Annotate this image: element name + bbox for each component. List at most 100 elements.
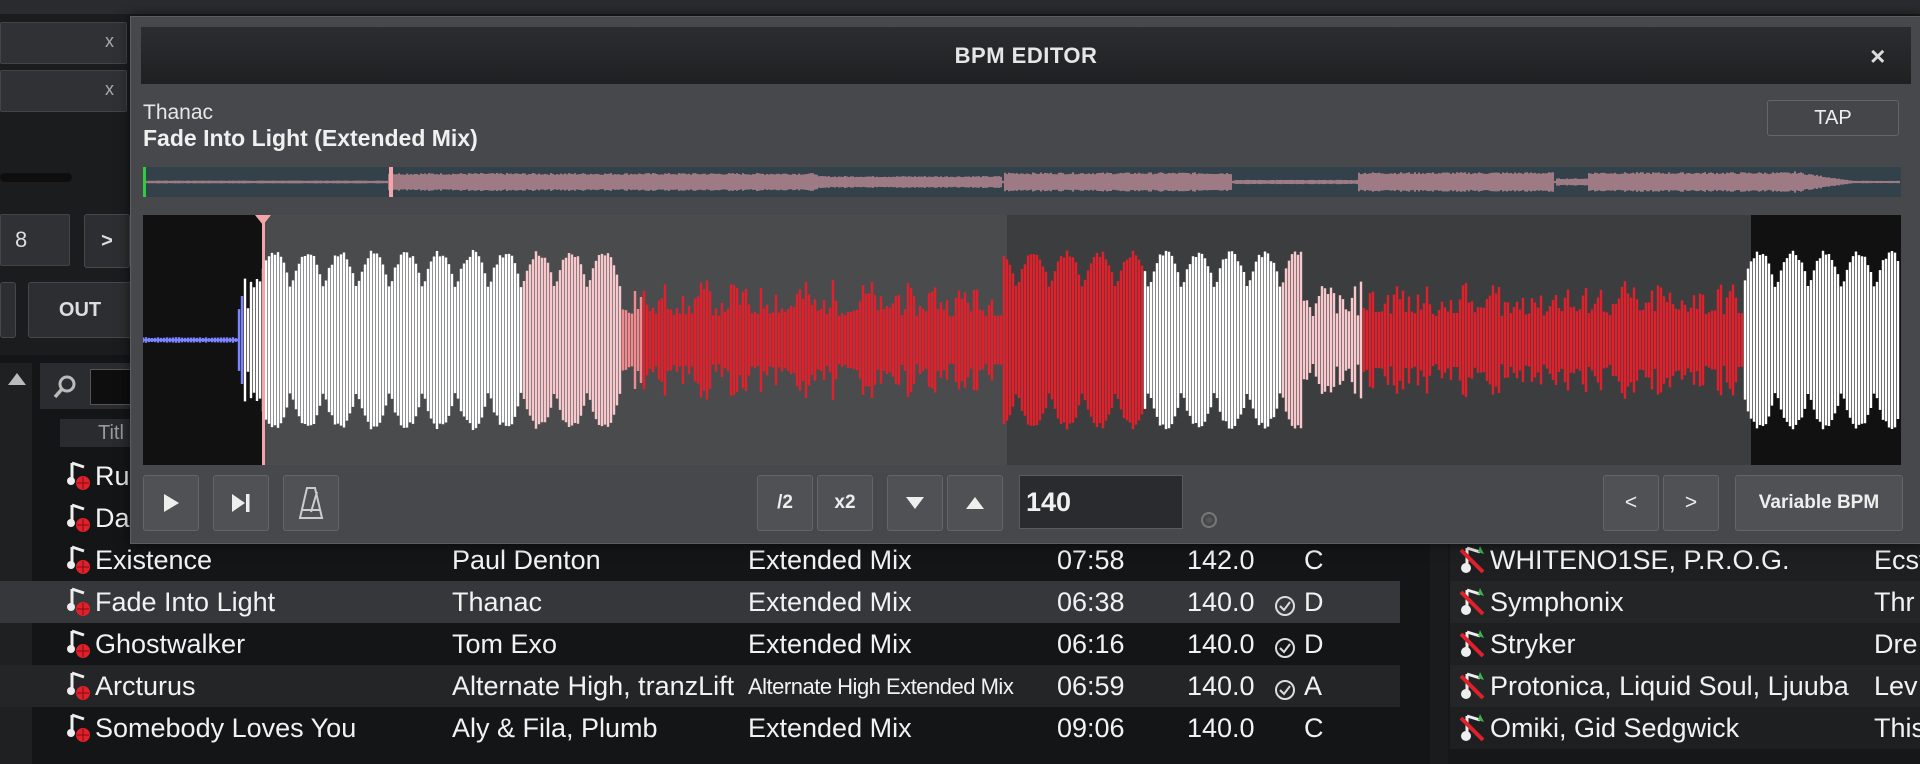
sidebar-artist-cell: WHITENO1SE, P.R.O.G.	[1490, 545, 1790, 575]
track-key-cell: D	[1304, 629, 1324, 659]
triangle-down-icon	[906, 497, 924, 509]
sidebar-artist-cell: Symphonix	[1490, 587, 1624, 617]
sidebar-artist-cell: Protonica, Liquid Soul, Ljuuba	[1490, 671, 1849, 701]
track-key-cell: C	[1304, 713, 1324, 743]
sidebar-title-cell: Thr	[1874, 587, 1915, 617]
list-item[interactable]: Stryker Dre	[1450, 623, 1920, 665]
track-bpm-cell: 140.0	[1187, 713, 1255, 743]
in-button-edge[interactable]	[0, 282, 16, 338]
tap-button[interactable]: TAP	[1767, 100, 1899, 136]
skip-to-cue-button[interactable]	[213, 475, 269, 531]
online-track-icon	[1458, 544, 1488, 583]
track-length-cell: 06:59	[1057, 671, 1125, 701]
track-type-icon	[66, 671, 92, 701]
metronome-button[interactable]	[283, 475, 339, 531]
track-title-cell: Arcturus	[95, 671, 196, 701]
shift-grid-right-button[interactable]: >	[1663, 475, 1719, 531]
track-version-cell: Extended Mix	[748, 713, 912, 743]
sidebar-title-cell: Dre	[1874, 629, 1918, 659]
track-length-cell: 09:06	[1057, 713, 1125, 743]
next-page-button[interactable]: >	[84, 214, 130, 268]
list-item[interactable]: Protonica, Liquid Soul, Ljuuba Lev	[1450, 665, 1920, 707]
sidebar-artist-cell: Omiki, Gid Sedgwick	[1490, 713, 1740, 743]
bpm-up-button[interactable]	[947, 475, 1003, 531]
track-bpm-cell: 142.0	[1187, 545, 1255, 575]
track-title-cell: Da	[95, 503, 130, 533]
triangle-up-icon	[966, 497, 984, 509]
pitch-slider[interactable]	[0, 173, 72, 182]
track-bpm-cell: 140.0	[1187, 671, 1255, 701]
left-filter-field-1[interactable]: x	[0, 22, 127, 64]
track-artist: Thanac	[143, 101, 214, 124]
track-key-cell: A	[1304, 671, 1323, 701]
list-item[interactable]: WHITENO1SE, P.R.O.G. Ecst	[1450, 539, 1920, 581]
playhead-marker	[143, 167, 146, 197]
track-type-icon	[66, 713, 92, 743]
track-version-cell: Extended Mix	[748, 629, 912, 659]
table-row[interactable]: Ghostwalker Tom Exo Extended Mix 06:16 140.0…	[0, 623, 1400, 665]
close-icon[interactable]: ×	[1861, 39, 1895, 73]
search-bar[interactable]	[40, 363, 132, 409]
track-length-cell: 06:16	[1057, 629, 1125, 659]
cue-line	[262, 215, 265, 465]
out-button[interactable]: OUT	[28, 282, 132, 338]
track-type-icon	[66, 629, 92, 659]
search-input[interactable]	[90, 369, 132, 405]
search-icon[interactable]	[52, 374, 78, 400]
main-waveform[interactable]	[143, 215, 1901, 465]
track-artist-cell: Aly & Fila, Plumb	[452, 713, 658, 743]
play-button[interactable]	[143, 475, 199, 531]
double-bpm-button[interactable]: x2	[817, 475, 873, 531]
sidebar-title-cell: Ecst	[1874, 545, 1920, 575]
track-version-cell: Extended Mix	[748, 545, 912, 575]
track-type-icon	[66, 545, 92, 575]
table-row[interactable]: Somebody Loves You Aly & Fila, Plumb Exten…	[0, 707, 1400, 749]
halve-bpm-button[interactable]: /2	[757, 475, 813, 531]
track-length-cell: 07:58	[1057, 545, 1125, 575]
track-key-cell: D	[1304, 587, 1324, 617]
metronome-icon	[298, 487, 324, 519]
track-artist-cell: Thanac	[452, 587, 543, 617]
field-clear-icon[interactable]: x	[105, 31, 114, 52]
track-artist-cell: Tom Exo	[452, 629, 558, 659]
track-title: Fade Into Light (Extended Mix)	[143, 125, 478, 151]
table-row[interactable]: Arcturus Alternate High, tranzLift Alterna…	[0, 665, 1400, 707]
sidebar-title-cell: Lev	[1874, 671, 1918, 701]
column-header-title[interactable]: Titl	[60, 419, 130, 447]
track-bpm-cell: 140.0	[1187, 587, 1255, 617]
shift-grid-left-button[interactable]: <	[1603, 475, 1659, 531]
track-title-cell: Fade Into Light	[95, 587, 276, 617]
cue-marker	[389, 167, 393, 197]
indicator-dot-icon	[1206, 517, 1212, 523]
bpm-value-input[interactable]: 140	[1019, 475, 1183, 529]
variable-bpm-button[interactable]: Variable BPM	[1735, 475, 1903, 531]
bpm-down-button[interactable]	[887, 475, 943, 531]
track-title-cell: Ghostwalker	[95, 629, 246, 659]
list-item[interactable]: Omiki, Gid Sedgwick This	[1450, 707, 1920, 749]
online-track-icon	[1458, 628, 1488, 667]
list-item[interactable]: Symphonix Thr	[1450, 581, 1920, 623]
track-type-icon	[66, 587, 92, 617]
table-row[interactable]: Existence Paul Denton Extended Mix 07:58 142…	[0, 539, 1400, 581]
deck-header-strip	[0, 0, 1920, 14]
overview-waveform[interactable]	[143, 167, 1901, 197]
track-version-cell: Extended Mix	[748, 587, 912, 617]
track-title-cell: Somebody Loves You	[95, 713, 357, 743]
field-clear-icon[interactable]: x	[105, 79, 114, 100]
scroll-up-icon[interactable]	[8, 373, 26, 385]
bpm-lock-indicator[interactable]	[1201, 512, 1217, 528]
table-row[interactable]: Fade Into Light Thanac Extended Mix 06:38 14…	[0, 581, 1400, 623]
dialog-title: BPM EDITOR	[954, 42, 1098, 68]
sidebar-title-cell: This	[1874, 713, 1920, 743]
track-key-cell: C	[1304, 545, 1324, 575]
online-track-icon	[1458, 712, 1488, 751]
page-number-field[interactable]: 8	[0, 214, 70, 266]
left-filter-field-2[interactable]: x	[0, 70, 127, 112]
track-title-cell: Existence	[95, 545, 213, 575]
track-bpm-cell: 140.0	[1187, 629, 1255, 659]
track-artist-cell: Paul Denton	[452, 545, 601, 575]
online-track-icon	[1458, 586, 1488, 625]
bpm-editor-dialog: BPM EDITOR × Thanac Fade Into Light (Ext…	[130, 16, 1920, 544]
track-version-cell: Alternate High Extended Mix	[748, 674, 1014, 699]
track-artist-cell: Alternate High, tranzLift	[452, 671, 735, 701]
